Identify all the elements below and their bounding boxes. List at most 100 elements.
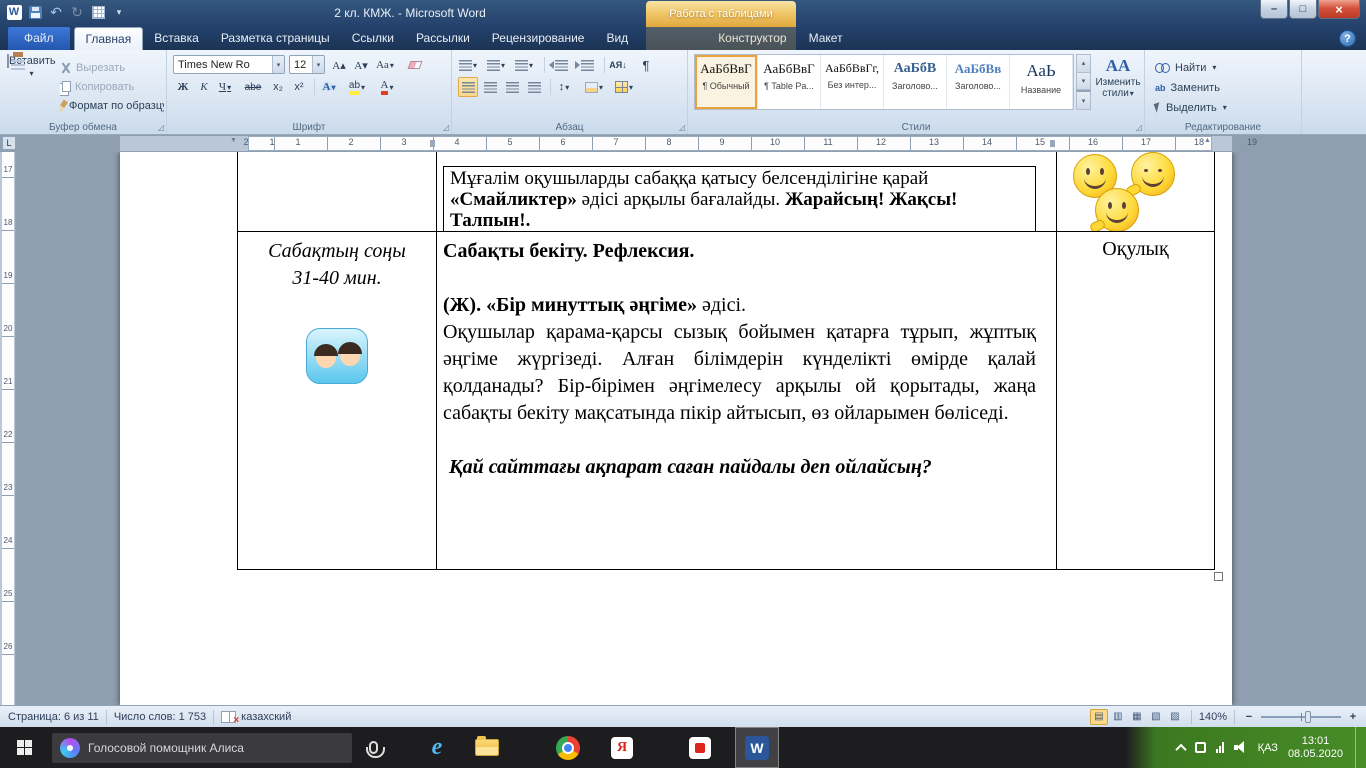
italic-button[interactable]: К (194, 77, 214, 97)
format-painter-button[interactable]: Формат по образцу (60, 96, 164, 115)
font-size-dropdown-icon[interactable] (312, 56, 324, 73)
font-family-combobox[interactable]: Times New Ro (173, 55, 285, 74)
save-icon[interactable] (26, 3, 44, 21)
pilcrow-button[interactable]: ¶ (636, 55, 656, 75)
font-color-button[interactable]: А (377, 77, 397, 97)
zoom-in-button[interactable]: + (1346, 711, 1360, 723)
zoom-out-button[interactable]: − (1242, 711, 1256, 723)
tray-app-icon[interactable] (1195, 742, 1206, 753)
align-center-button[interactable] (480, 77, 500, 97)
fullscreen-reading-view-icon[interactable] (1109, 709, 1127, 725)
table-cell-content[interactable]: Сабақты бекіту. Рефлексия. (Ж). «Бір мин… (437, 232, 1057, 570)
align-right-button[interactable] (502, 77, 522, 97)
document-page[interactable]: Мұғалім оқушыларды сабаққа қатысу белсен… (120, 152, 1232, 705)
highlight-color-button[interactable]: ab (347, 77, 367, 97)
underline-button[interactable]: Ч (215, 77, 235, 97)
outline-view-icon[interactable] (1147, 709, 1165, 725)
taskbar-explorer-button[interactable] (465, 727, 509, 768)
vertical-ruler[interactable]: 17 18 19 20 21 22 23 24 25 26 (0, 152, 16, 705)
web-layout-view-icon[interactable] (1128, 709, 1146, 725)
superscript-button[interactable]: x² (289, 77, 309, 97)
style-normal[interactable]: АаБбВвГ ¶ Обычный (695, 55, 758, 109)
align-left-button[interactable] (458, 77, 478, 97)
table-cell-assessment[interactable]: Мұғалім оқушыларды сабаққа қатысу белсен… (437, 152, 1057, 232)
lesson-plan-table[interactable]: Мұғалім оқушыларды сабаққа қатысу белсен… (237, 152, 1215, 570)
word-count[interactable]: Число слов: 1 753 (114, 711, 206, 723)
zoom-slider[interactable] (1261, 716, 1341, 718)
styles-more-icon[interactable] (1076, 90, 1091, 110)
taskbar-word-button[interactable] (735, 727, 779, 768)
tab-review[interactable]: Рецензирование (481, 27, 596, 50)
change-styles-button[interactable]: АА Изменить стили (1094, 54, 1142, 114)
taskbar-ie-button[interactable] (415, 727, 459, 768)
numbering-button[interactable] (486, 55, 506, 75)
shading-button[interactable] (584, 77, 604, 97)
undo-icon[interactable]: ↶ (47, 3, 65, 21)
table-cell-stage-empty[interactable] (237, 152, 437, 232)
taskbar-search-field[interactable] (52, 733, 352, 763)
find-button[interactable]: Найти (1155, 58, 1216, 77)
bullets-button[interactable] (458, 55, 478, 75)
taskbar-app-button[interactable] (678, 727, 722, 768)
maximize-button[interactable] (1289, 0, 1317, 19)
assessment-box[interactable]: Мұғалім оқушыларды сабаққа қатысу белсен… (443, 166, 1036, 232)
bold-button[interactable]: Ж (173, 77, 193, 97)
tray-expand-icon[interactable] (1175, 743, 1186, 754)
strikethrough-button[interactable]: abe (243, 77, 263, 97)
style-heading1[interactable]: АаБбВ Заголово... (884, 55, 947, 109)
sort-button[interactable]: АЯ↓ (608, 55, 628, 75)
text-effects-button[interactable]: А (319, 77, 339, 97)
shrink-font-button[interactable]: А▾ (351, 55, 371, 75)
table-resize-handle[interactable] (1214, 572, 1223, 581)
page-indicator[interactable]: Страница: 6 из 11 (8, 711, 99, 723)
clear-formatting-button[interactable] (405, 55, 425, 75)
redo-icon[interactable]: ↻ (68, 3, 86, 21)
tab-file[interactable]: Файл (8, 27, 70, 50)
style-no-spacing[interactable]: АаБбВвГг, Без интер... (821, 55, 884, 109)
style-title[interactable]: АаЬ Название (1010, 55, 1073, 109)
grow-font-button[interactable]: А▴ (329, 55, 349, 75)
select-button[interactable]: Выделить (1155, 98, 1227, 117)
line-spacing-button[interactable]: ↕ (554, 77, 574, 97)
tab-references[interactable]: Ссылки (341, 27, 405, 50)
tab-insert[interactable]: Вставка (143, 27, 210, 50)
tab-page-layout[interactable]: Разметка страницы (210, 27, 341, 50)
justify-button[interactable] (524, 77, 544, 97)
increase-indent-button[interactable] (574, 55, 595, 75)
qat-customize-dropdown-icon[interactable]: ▾ (110, 3, 128, 21)
language-indicator[interactable]: казахский (241, 711, 291, 723)
horizontal-ruler[interactable]: 2 1 1 2 3 4 5 6 7 8 9 10 11 12 13 14 15 … (0, 135, 1366, 152)
tab-table-layout[interactable]: Макет (798, 27, 854, 50)
paste-button[interactable]: Вставить (6, 54, 56, 118)
tab-view[interactable]: Вид (595, 27, 639, 50)
table-cell-smileys[interactable] (1057, 152, 1215, 232)
table-cell-stage[interactable]: Сабақтың соңы 31-40 мин. (237, 232, 437, 570)
tab-selector-button[interactable] (2, 136, 16, 150)
search-input[interactable] (88, 741, 344, 755)
zoom-slider-thumb[interactable] (1305, 711, 1311, 723)
styles-scroll-down-icon[interactable] (1076, 73, 1091, 91)
styles-scroll-up-icon[interactable] (1076, 54, 1091, 73)
multilevel-list-button[interactable] (514, 55, 534, 75)
tab-mailings[interactable]: Рассылки (405, 27, 481, 50)
minimize-button[interactable] (1260, 0, 1288, 19)
help-button[interactable] (1339, 30, 1356, 47)
taskbar-yandex-button[interactable] (600, 727, 644, 768)
table-column-marker[interactable] (1050, 140, 1055, 147)
close-button[interactable] (1318, 0, 1360, 19)
borders-button[interactable] (614, 77, 634, 97)
font-family-dropdown-icon[interactable] (272, 56, 284, 73)
font-size-combobox[interactable]: 12 (289, 55, 325, 74)
clock[interactable]: 13:01 08.05.2020 (1288, 735, 1343, 761)
zoom-level[interactable]: 140% (1199, 711, 1227, 723)
table-cell-resources[interactable]: Оқулық (1057, 232, 1215, 570)
draw-table-icon[interactable] (89, 3, 107, 21)
table-column-marker[interactable] (430, 140, 435, 147)
show-desktop-button[interactable] (1355, 727, 1360, 768)
style-table-paragraph[interactable]: АаБбВвГ ¶ Table Pa... (758, 55, 821, 109)
change-case-button[interactable]: Аа (375, 55, 395, 75)
microphone-button[interactable] (356, 727, 390, 768)
taskbar-chrome-button[interactable] (546, 727, 590, 768)
volume-icon[interactable] (1234, 741, 1248, 754)
tab-home[interactable]: Главная (74, 27, 144, 50)
